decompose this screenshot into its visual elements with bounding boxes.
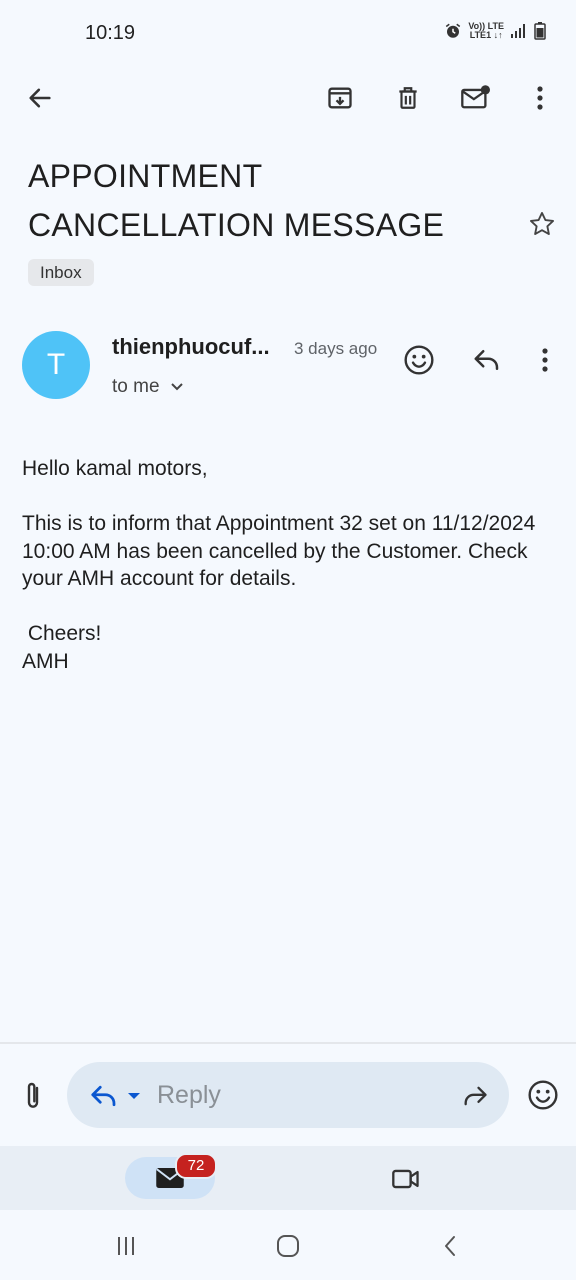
emoji-icon [528,1080,558,1110]
recents-icon [118,1237,134,1255]
body-signoff: Cheers! [22,622,102,645]
emoji-button[interactable] [522,1074,564,1116]
star-button[interactable] [522,204,562,244]
sender-name[interactable]: thienphuocuf... [112,334,270,360]
chevron-down-icon [170,383,183,391]
video-camera-icon [392,1169,419,1189]
back-button[interactable] [20,78,60,118]
chevron-left-icon [445,1236,455,1256]
email-time: 3 days ago [294,339,378,358]
body-signature: AMH [22,649,69,673]
mail-unread-icon [461,85,490,109]
body-message: This is to inform that Appointment 32 se… [22,512,536,590]
body-greeting: Hello kamal motors, [22,457,208,480]
reply-icon [91,1085,116,1107]
email-body: Hello kamal motors, This is to inform th… [22,455,542,675]
react-emoji-button[interactable] [398,339,440,381]
archive-button[interactable] [320,78,360,118]
arrow-left-icon [29,88,51,108]
divider [0,1042,576,1044]
meet-tab[interactable] [384,1160,428,1198]
reply-placeholder[interactable]: Reply [157,1081,221,1110]
system-back-button[interactable] [430,1228,470,1264]
forward-icon [464,1086,487,1106]
more-vert-icon [537,86,543,110]
recent-apps-button[interactable] [106,1228,146,1264]
reply-button[interactable] [466,339,508,381]
status-icons: Vo)) LTE LTE1 ↓↑ [444,22,546,40]
bottom-navigation [0,1146,576,1210]
network-indicator: Vo)) LTE LTE1 ↓↑ [468,21,504,40]
recipient-label: to me [112,376,160,397]
more-options-button[interactable] [520,78,560,118]
sender-avatar[interactable]: T [22,331,90,399]
forward-button[interactable] [456,1078,494,1114]
battery-icon [534,22,546,40]
recipient-toggle[interactable]: to me [112,376,184,398]
email-subject: APPOINTMENT CANCELLATION MESSAGE [28,158,445,243]
alarm-icon [446,23,461,38]
reply-icon [474,350,499,370]
delete-button[interactable] [388,78,428,118]
attach-button[interactable] [14,1076,52,1116]
signal-icon [511,24,525,38]
archive-icon [328,87,352,109]
mark-unread-button[interactable] [455,78,495,118]
inbox-label-chip[interactable]: Inbox [28,259,94,286]
home-icon [277,1235,299,1257]
more-vert-icon [542,348,548,372]
star-outline-icon [529,211,555,235]
reply-type-selector[interactable] [84,1078,146,1114]
unread-count-badge: 72 [175,1153,217,1179]
paperclip-icon [27,1082,39,1108]
status-time: 10:19 [85,22,136,44]
emoji-icon [404,345,434,375]
message-more-button[interactable] [530,339,560,381]
home-button[interactable] [266,1228,310,1264]
trash-icon [399,87,417,109]
caret-down-icon [128,1093,140,1099]
